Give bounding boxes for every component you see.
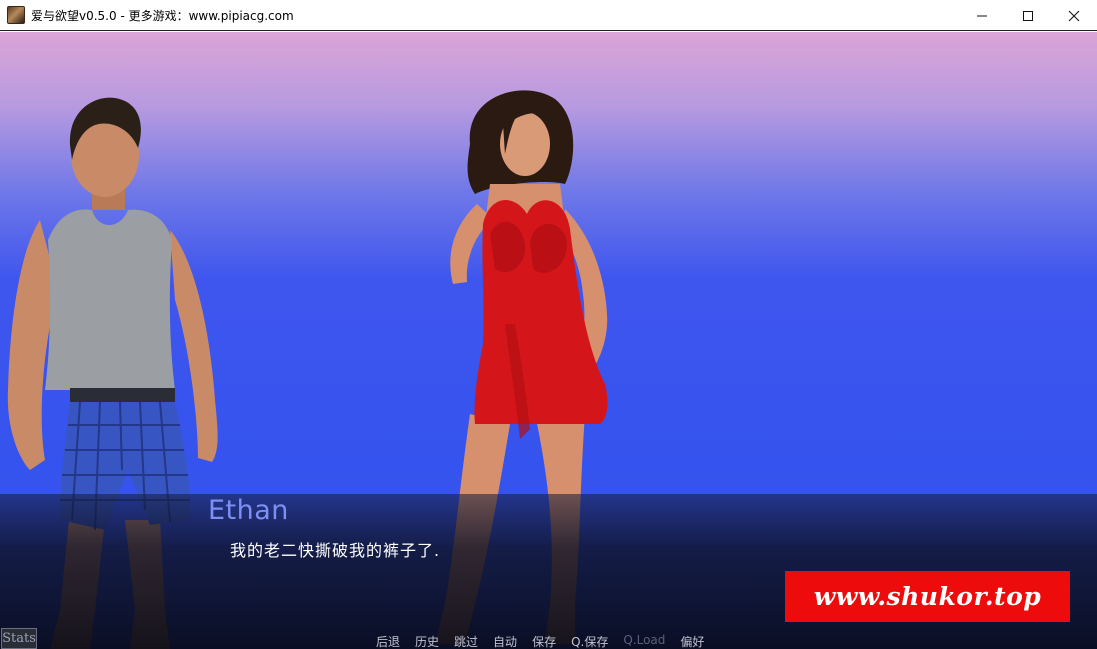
quick-menu-quick-load: Q.Load: [623, 633, 666, 647]
game-viewport[interactable]: Ethan 我的老二快撕破我的裤子了. Stats 后退 历史 跳过 自动 保存…: [0, 32, 1097, 649]
close-icon: [1068, 10, 1080, 21]
watermark-text: www.shukor.top: [813, 582, 1042, 611]
quick-menu-history[interactable]: 历史: [415, 633, 439, 649]
quick-menu-preferences[interactable]: 偏好: [680, 633, 704, 649]
watermark-banner: www.shukor.top: [785, 571, 1070, 622]
close-button[interactable]: [1051, 0, 1097, 31]
maximize-icon: [1023, 10, 1033, 21]
title-bar: 爱与欲望v0.5.0 - 更多游戏：www.pipiacg.com: [0, 0, 1097, 31]
minimize-icon: [977, 15, 987, 16]
game-window: 爱与欲望v0.5.0 - 更多游戏：www.pipiacg.com Ethan …: [0, 0, 1097, 649]
minimize-button[interactable]: [959, 0, 1005, 31]
maximize-button[interactable]: [1005, 0, 1051, 31]
quick-menu-quick-save[interactable]: Q.保存: [571, 633, 608, 649]
dialogue-text: 我的老二快撕破我的裤子了.: [230, 541, 441, 560]
quick-menu-save[interactable]: 保存: [532, 633, 556, 649]
quick-menu: 后退 历史 跳过 自动 保存 Q.保存 Q.Load 偏好: [376, 633, 719, 649]
speaker-name: Ethan: [208, 495, 289, 526]
window-title: 爱与欲望v0.5.0 - 更多游戏：www.pipiacg.com: [31, 8, 294, 23]
quick-menu-back[interactable]: 后退: [376, 633, 400, 649]
window-controls: [959, 0, 1097, 31]
quick-menu-skip[interactable]: 跳过: [454, 633, 478, 649]
app-icon: [7, 6, 25, 24]
stats-button[interactable]: Stats: [1, 628, 37, 649]
quick-menu-auto[interactable]: 自动: [493, 633, 517, 649]
